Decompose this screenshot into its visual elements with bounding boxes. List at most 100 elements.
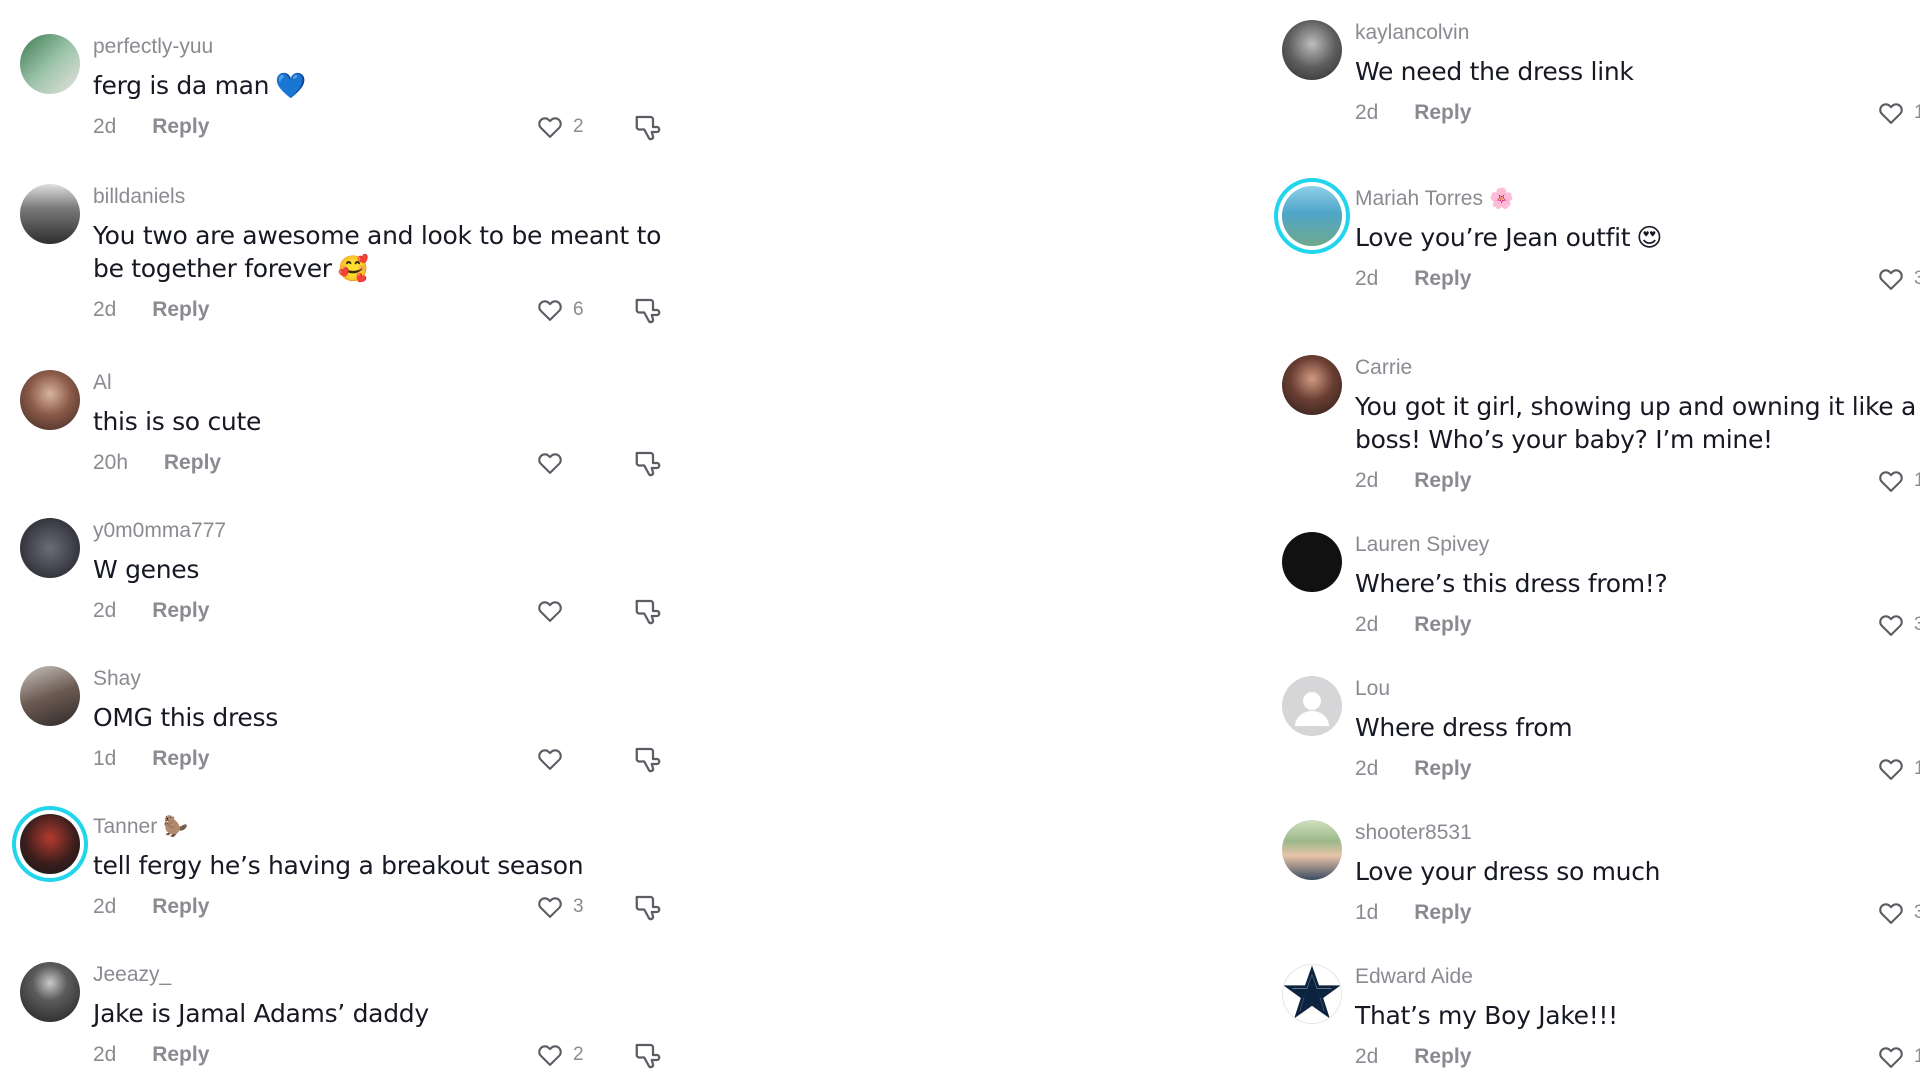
- reply-button[interactable]: Reply: [1414, 98, 1471, 128]
- avatar[interactable]: [20, 814, 80, 874]
- comment-username[interactable]: Al: [93, 370, 680, 396]
- dislike-button[interactable]: [633, 744, 663, 774]
- heart-outline-icon: [538, 1045, 562, 1066]
- like-button[interactable]: 3: [1876, 264, 1920, 294]
- avatar[interactable]: [20, 666, 80, 726]
- comment-meta: 2d Reply 15: [1355, 1042, 1920, 1072]
- avatar[interactable]: [20, 370, 80, 430]
- dislike-button[interactable]: [633, 448, 663, 478]
- like-button[interactable]: [535, 448, 573, 478]
- like-button[interactable]: 2: [535, 1040, 584, 1070]
- comment-text: Jake is Jamal Adams’ daddy: [93, 999, 429, 1028]
- comment-meta: 2d Reply: [93, 596, 680, 626]
- like-button[interactable]: [535, 744, 573, 774]
- comment-text: That’s my Boy Jake!!!: [1355, 1001, 1618, 1030]
- comment-text: You got it girl, showing up and owning i…: [1355, 392, 1917, 454]
- like-button[interactable]: 1: [1876, 754, 1920, 784]
- like-button[interactable]: 3: [535, 892, 584, 922]
- reply-button[interactable]: Reply: [164, 448, 221, 478]
- comment-text: Where dress from: [1355, 713, 1573, 742]
- comment-meta: 2d Reply 3: [1355, 610, 1920, 640]
- comment-username[interactable]: billdaniels: [93, 184, 680, 210]
- cherry-blossom-emoji: 🌸: [1489, 188, 1514, 210]
- like-button[interactable]: [535, 596, 573, 626]
- dislike-button[interactable]: [633, 892, 663, 922]
- comment-meta: 2d Reply 1: [1355, 754, 1920, 784]
- dislike-button[interactable]: [633, 112, 663, 142]
- dislike-button[interactable]: [633, 596, 663, 626]
- comment-time: 2d: [93, 1043, 117, 1066]
- reply-button[interactable]: Reply: [1414, 264, 1471, 294]
- avatar[interactable]: [1282, 964, 1342, 1024]
- comment-time: 2d: [1355, 613, 1379, 636]
- comment-body: Edward Aide That’s my Boy Jake!!! 2d Rep…: [1355, 964, 1920, 1072]
- like-button[interactable]: 121: [1876, 466, 1920, 496]
- comment-body: Jeeazy_ Jake is Jamal Adams’ daddy 2d Re…: [93, 962, 680, 1070]
- like-button[interactable]: 3: [1876, 898, 1920, 928]
- thumbs-down-icon: [635, 747, 661, 773]
- like-button[interactable]: 15: [1876, 1042, 1920, 1072]
- smiling-hearts-emoji: 🥰: [337, 254, 369, 283]
- avatar[interactable]: [1282, 20, 1342, 80]
- default-avatar[interactable]: [1282, 676, 1342, 736]
- heart-outline-icon: [538, 117, 562, 138]
- reply-button[interactable]: Reply: [152, 892, 209, 922]
- avatar[interactable]: [1282, 186, 1342, 246]
- dislike-button[interactable]: [633, 295, 663, 325]
- comment-username[interactable]: Tanner 🦫: [93, 814, 680, 840]
- avatar[interactable]: [1282, 820, 1342, 880]
- like-button[interactable]: 6: [535, 295, 584, 325]
- comment-username[interactable]: kaylancolvin: [1355, 20, 1920, 46]
- avatar[interactable]: [20, 962, 80, 1022]
- comment-time: 2d: [93, 115, 117, 138]
- like-button[interactable]: 2: [535, 112, 584, 142]
- comment-username[interactable]: Carrie: [1355, 355, 1920, 381]
- avatar[interactable]: [20, 184, 80, 244]
- reply-button[interactable]: Reply: [152, 596, 209, 626]
- dislike-button[interactable]: [633, 1040, 663, 1070]
- comment-body: kaylancolvin We need the dress link 2d R…: [1355, 20, 1920, 128]
- reply-button[interactable]: Reply: [1414, 898, 1471, 928]
- comment-username[interactable]: Shay: [93, 666, 680, 692]
- comment-username[interactable]: y0m0mma777: [93, 518, 680, 544]
- avatar[interactable]: [1282, 355, 1342, 415]
- comment-username[interactable]: Lou: [1355, 676, 1920, 702]
- comment-text: Love your dress so much: [1355, 857, 1661, 886]
- heart-outline-icon: [1879, 269, 1903, 290]
- like-count: 3: [573, 896, 584, 917]
- reply-button[interactable]: Reply: [1414, 466, 1471, 496]
- avatar[interactable]: [1282, 532, 1342, 592]
- like-count: 2: [573, 116, 584, 137]
- reply-button[interactable]: Reply: [1414, 610, 1471, 640]
- avatar[interactable]: [20, 518, 80, 578]
- star-logo-icon: [1283, 965, 1341, 1019]
- comment-username[interactable]: Lauren Spivey: [1355, 532, 1920, 558]
- reply-button[interactable]: Reply: [152, 112, 209, 142]
- heart-outline-icon: [538, 897, 562, 918]
- comment-time: 2d: [93, 298, 117, 321]
- comment-time: 20h: [93, 451, 129, 474]
- heart-eyes-emoji: 😍: [1636, 223, 1663, 252]
- comment-username[interactable]: Mariah Torres 🌸: [1355, 186, 1920, 212]
- reply-button[interactable]: Reply: [152, 744, 209, 774]
- comment-meta: 1d Reply: [93, 744, 680, 774]
- avatar[interactable]: [20, 34, 80, 94]
- comment-body: Lou Where dress from 2d Reply 1: [1355, 676, 1920, 784]
- comment-body: Mariah Torres 🌸 Love you’re Jean outfit 😍 …: [1355, 186, 1920, 294]
- like-button[interactable]: 12: [1876, 98, 1920, 128]
- comment-text: W genes: [93, 555, 200, 584]
- comment-username[interactable]: Jeeazy_: [93, 962, 680, 988]
- comment-body: Al this is so cute 20h Reply: [93, 370, 680, 478]
- comment-username[interactable]: perfectly-yuu: [93, 34, 680, 60]
- comment-username[interactable]: shooter8531: [1355, 820, 1920, 846]
- comment-username[interactable]: Edward Aide: [1355, 964, 1920, 990]
- reply-button[interactable]: Reply: [152, 1040, 209, 1070]
- blue-heart-emoji: 💙: [275, 71, 307, 100]
- reply-button[interactable]: Reply: [1414, 754, 1471, 784]
- like-button[interactable]: 3: [1876, 610, 1920, 640]
- reply-button[interactable]: Reply: [152, 295, 209, 325]
- comment-time: 2d: [93, 895, 117, 918]
- comment-text: Love you’re Jean outfit 😍: [1355, 223, 1663, 252]
- comment-text: ferg is da man 💙: [93, 71, 307, 100]
- reply-button[interactable]: Reply: [1414, 1042, 1471, 1072]
